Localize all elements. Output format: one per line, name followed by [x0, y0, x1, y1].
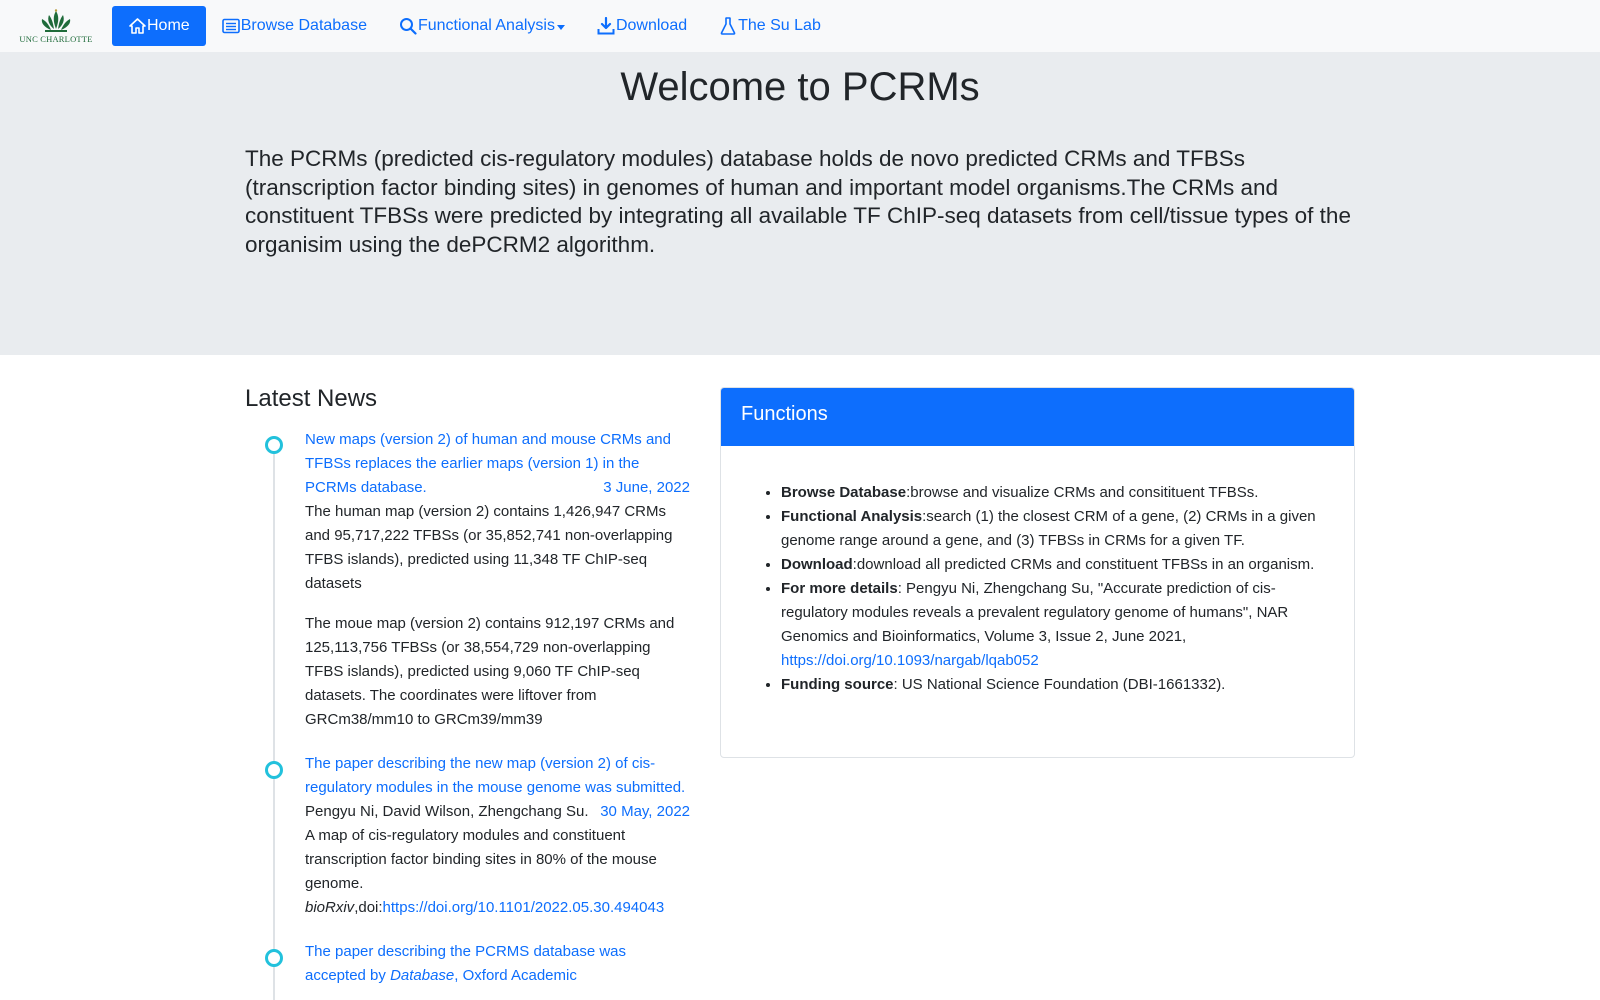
function-item-funding: Funding source: US National Science Foun…: [781, 673, 1324, 697]
table-list-icon: [221, 17, 240, 35]
function-description: :browse and visualize CRMs and consititu…: [906, 484, 1259, 501]
timeline-line: [273, 436, 275, 1000]
nav-home-label: Home: [147, 17, 190, 34]
nav-download-label: Download: [615, 17, 688, 34]
search-icon: [399, 17, 417, 35]
function-term: Browse Database: [781, 484, 907, 501]
news-date: 3 June, 2022: [603, 479, 690, 496]
download-icon: [597, 17, 615, 35]
function-item-analysis: Functional Analysis:search (1) the close…: [781, 505, 1324, 553]
function-term: Download: [781, 556, 853, 573]
news-headline-part[interactable]: , Oxford Academic: [454, 967, 577, 984]
nav-su-lab-label: The Su Lab: [738, 17, 821, 34]
timeline-dot-icon: [265, 436, 283, 454]
news-headline[interactable]: The paper describing the new map (versio…: [305, 755, 685, 796]
home-icon: [128, 17, 146, 35]
latest-news-heading: Latest News: [245, 385, 378, 412]
function-term: For more details: [781, 580, 898, 597]
nav-home[interactable]: Home: [112, 6, 206, 46]
crown-leaf-icon: [41, 8, 71, 32]
nav-download[interactable]: Download: [581, 6, 703, 46]
function-item-browse: Browse Database:browse and visualize CRM…: [781, 481, 1324, 505]
news-item: New maps (version 2) of human and mouse …: [305, 428, 690, 748]
news-headline-link[interactable]: The paper describing the new map (versio…: [305, 752, 690, 820]
news-date: 30 May, 2022: [600, 803, 690, 820]
function-term: Funding source: [781, 676, 894, 693]
logo-text: UNC CHARLOTTE: [19, 33, 93, 44]
function-item-details: For more details: Pengyu Ni, Zhengchang …: [781, 577, 1324, 673]
news-headline-link[interactable]: New maps (version 2) of human and mouse …: [305, 428, 690, 500]
nav-functional-analysis-label: Functional Analysis: [417, 17, 555, 34]
news-paragraph: The human map (version 2) contains 1,426…: [305, 503, 673, 592]
doi-prefix: ,doi:: [354, 899, 383, 916]
nav-browse-database[interactable]: Browse Database: [206, 6, 383, 46]
function-term: Functional Analysis: [781, 508, 923, 525]
timeline-dot-icon: [265, 761, 283, 779]
news-timeline: New maps (version 2) of human and mouse …: [245, 428, 690, 1000]
chevron-down-icon: [556, 24, 565, 30]
news-paragraph: The moue map (version 2) contains 912,19…: [305, 615, 675, 728]
intro-paragraph: The PCRMs (predicted cis-regulatory modu…: [245, 146, 1351, 258]
news-item: The paper describing the PCRMS database …: [305, 940, 690, 988]
functions-list: Browse Database:browse and visualize CRM…: [781, 481, 1324, 697]
news-body: The human map (version 2) contains 1,426…: [305, 500, 690, 732]
unc-charlotte-logo[interactable]: UNC CHARLOTTE: [16, 8, 96, 44]
top-navbar: UNC CHARLOTTE Home Browse Database Funct…: [0, 0, 1600, 52]
functions-card-body: Browse Database:browse and visualize CRM…: [721, 446, 1354, 717]
flask-icon: [719, 17, 737, 35]
news-headline-link[interactable]: The paper describing the PCRMS database …: [305, 940, 690, 988]
news-item: The paper describing the new map (versio…: [305, 752, 690, 936]
function-description: :download all predicted CRMs and constit…: [852, 556, 1315, 573]
function-item-download: Download:download all predicted CRMs and…: [781, 553, 1324, 577]
doi-link[interactable]: https://doi.org/10.1101/2022.05.30.49404…: [383, 899, 665, 916]
function-description: : US National Science Foundation (DBI-16…: [893, 676, 1226, 693]
functions-card-header: Functions: [721, 388, 1354, 446]
nav-browse-label: Browse Database: [240, 17, 367, 34]
nav-functional-analysis-dropdown[interactable]: Functional Analysis: [383, 6, 581, 46]
timeline-dot-icon: [265, 949, 283, 967]
functions-card: Functions Browse Database:browse and vis…: [720, 387, 1355, 758]
page-title: Welcome to PCRMs: [620, 65, 980, 109]
paper-doi-link[interactable]: https://doi.org/10.1093/nargab/lqab052: [781, 652, 1039, 669]
nav-su-lab[interactable]: The Su Lab: [703, 6, 837, 46]
news-headline-journal[interactable]: Database: [390, 967, 454, 984]
journal-name: bioRxiv: [305, 899, 355, 916]
welcome-jumbotron: Welcome to PCRMs The PCRMs (predicted ci…: [0, 52, 1600, 355]
